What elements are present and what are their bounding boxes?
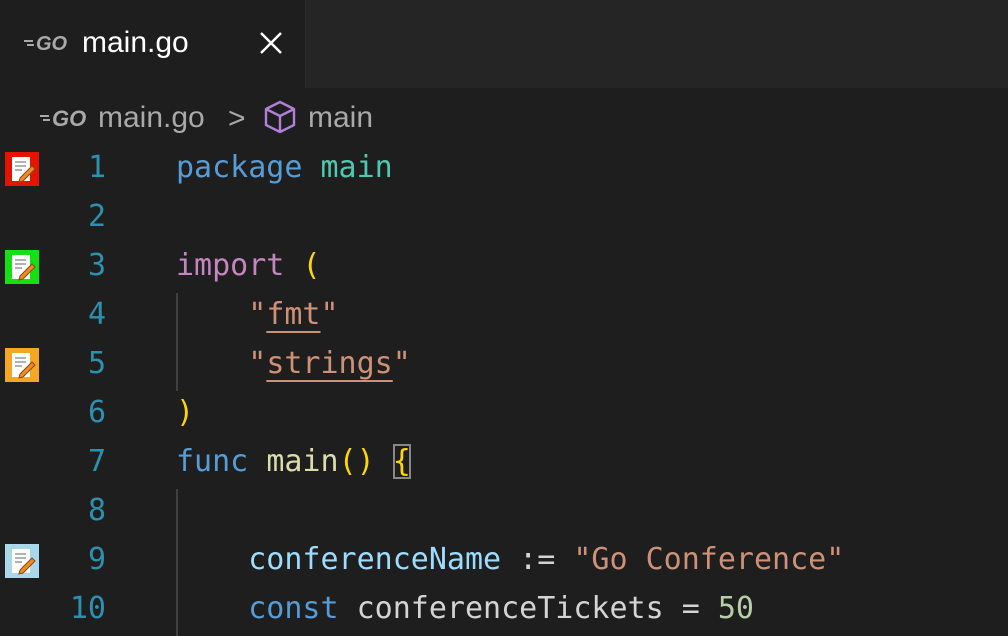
code-line: 5 "strings" <box>0 341 1008 390</box>
code-line: 1 package main <box>0 145 1008 194</box>
token-function-name: main <box>266 444 339 479</box>
code-text: "strings" <box>176 346 411 381</box>
line-number: 2 <box>87 199 106 234</box>
code-text: import ( <box>176 248 321 283</box>
token-quote: " <box>248 297 267 332</box>
code-editor[interactable]: 1 package main 2 3 import ( 4 "fmt" 5 "s… <box>0 145 1008 636</box>
breadcrumb-file[interactable]: main.go <box>98 101 205 135</box>
token-import-path[interactable]: fmt <box>266 297 320 332</box>
token-keyword: const <box>248 591 339 626</box>
go-file-icon: GO <box>40 107 86 129</box>
token-paren: ( <box>302 248 321 283</box>
token-constant: conferenceTickets <box>356 591 664 626</box>
line-number: 10 <box>69 591 106 626</box>
token-operator: = <box>663 591 718 626</box>
code-line: 3 import ( <box>0 243 1008 292</box>
edit-marker-icon[interactable] <box>4 249 40 285</box>
close-icon[interactable] <box>256 28 286 58</box>
token-string: "Go Conference" <box>573 542 845 577</box>
token-keyword: package <box>176 150 303 185</box>
token-import-path[interactable]: strings <box>266 346 392 381</box>
code-line: 7 func main() { <box>0 439 1008 488</box>
token-variable: conferenceName <box>248 542 502 577</box>
tab-label: main.go <box>82 26 189 59</box>
code-line: 9 conferenceName := "Go Conference" <box>0 537 1008 586</box>
code-line: 2 <box>0 194 1008 243</box>
token-paren: ) <box>176 395 195 430</box>
code-text: func main() { <box>176 444 411 479</box>
line-number: 1 <box>87 150 106 185</box>
code-line: 4 "fmt" <box>0 292 1008 341</box>
code-text: conferenceName := "Go Conference" <box>176 542 844 577</box>
line-number: 7 <box>87 444 106 479</box>
token-package-name: main <box>320 150 393 185</box>
code-text: package main <box>176 150 393 185</box>
token-paren: () <box>338 444 375 479</box>
edit-marker-icon[interactable] <box>4 151 40 187</box>
token-quote: " <box>320 297 339 332</box>
line-number: 6 <box>87 395 106 430</box>
token-keyword: func <box>176 444 249 479</box>
edit-marker-icon[interactable] <box>4 543 40 579</box>
svg-text:GO: GO <box>52 107 86 129</box>
code-text: const conferenceTickets = 50 <box>176 591 754 626</box>
breadcrumb-separator: > <box>228 102 246 135</box>
line-number: 3 <box>87 248 106 283</box>
edit-marker-icon[interactable] <box>4 347 40 383</box>
line-number: 8 <box>87 493 106 528</box>
tab-bar: GO main.go <box>0 0 1008 88</box>
code-line: 10 const conferenceTickets = 50 <box>0 586 1008 635</box>
symbol-module-icon <box>264 100 296 134</box>
code-text: "fmt" <box>176 297 339 332</box>
token-brace: { <box>392 444 411 479</box>
line-number: 9 <box>87 542 106 577</box>
code-text: ) <box>176 395 194 430</box>
code-line: 6 ) <box>0 390 1008 439</box>
svg-text:GO: GO <box>36 33 68 53</box>
token-operator: := <box>501 542 574 577</box>
code-line: 8 <box>0 488 1008 537</box>
breadcrumb-symbol[interactable]: main <box>308 101 373 135</box>
go-file-icon: GO <box>24 33 68 53</box>
line-number: 4 <box>87 297 106 332</box>
token-quote: " <box>248 346 267 381</box>
token-number: 50 <box>717 591 754 626</box>
token-keyword: import <box>176 248 285 283</box>
token-quote: " <box>392 346 411 381</box>
breadcrumb: GO main.go > main <box>0 96 1008 140</box>
line-number: 5 <box>87 346 106 381</box>
tab-main-go[interactable]: GO main.go <box>0 0 306 88</box>
